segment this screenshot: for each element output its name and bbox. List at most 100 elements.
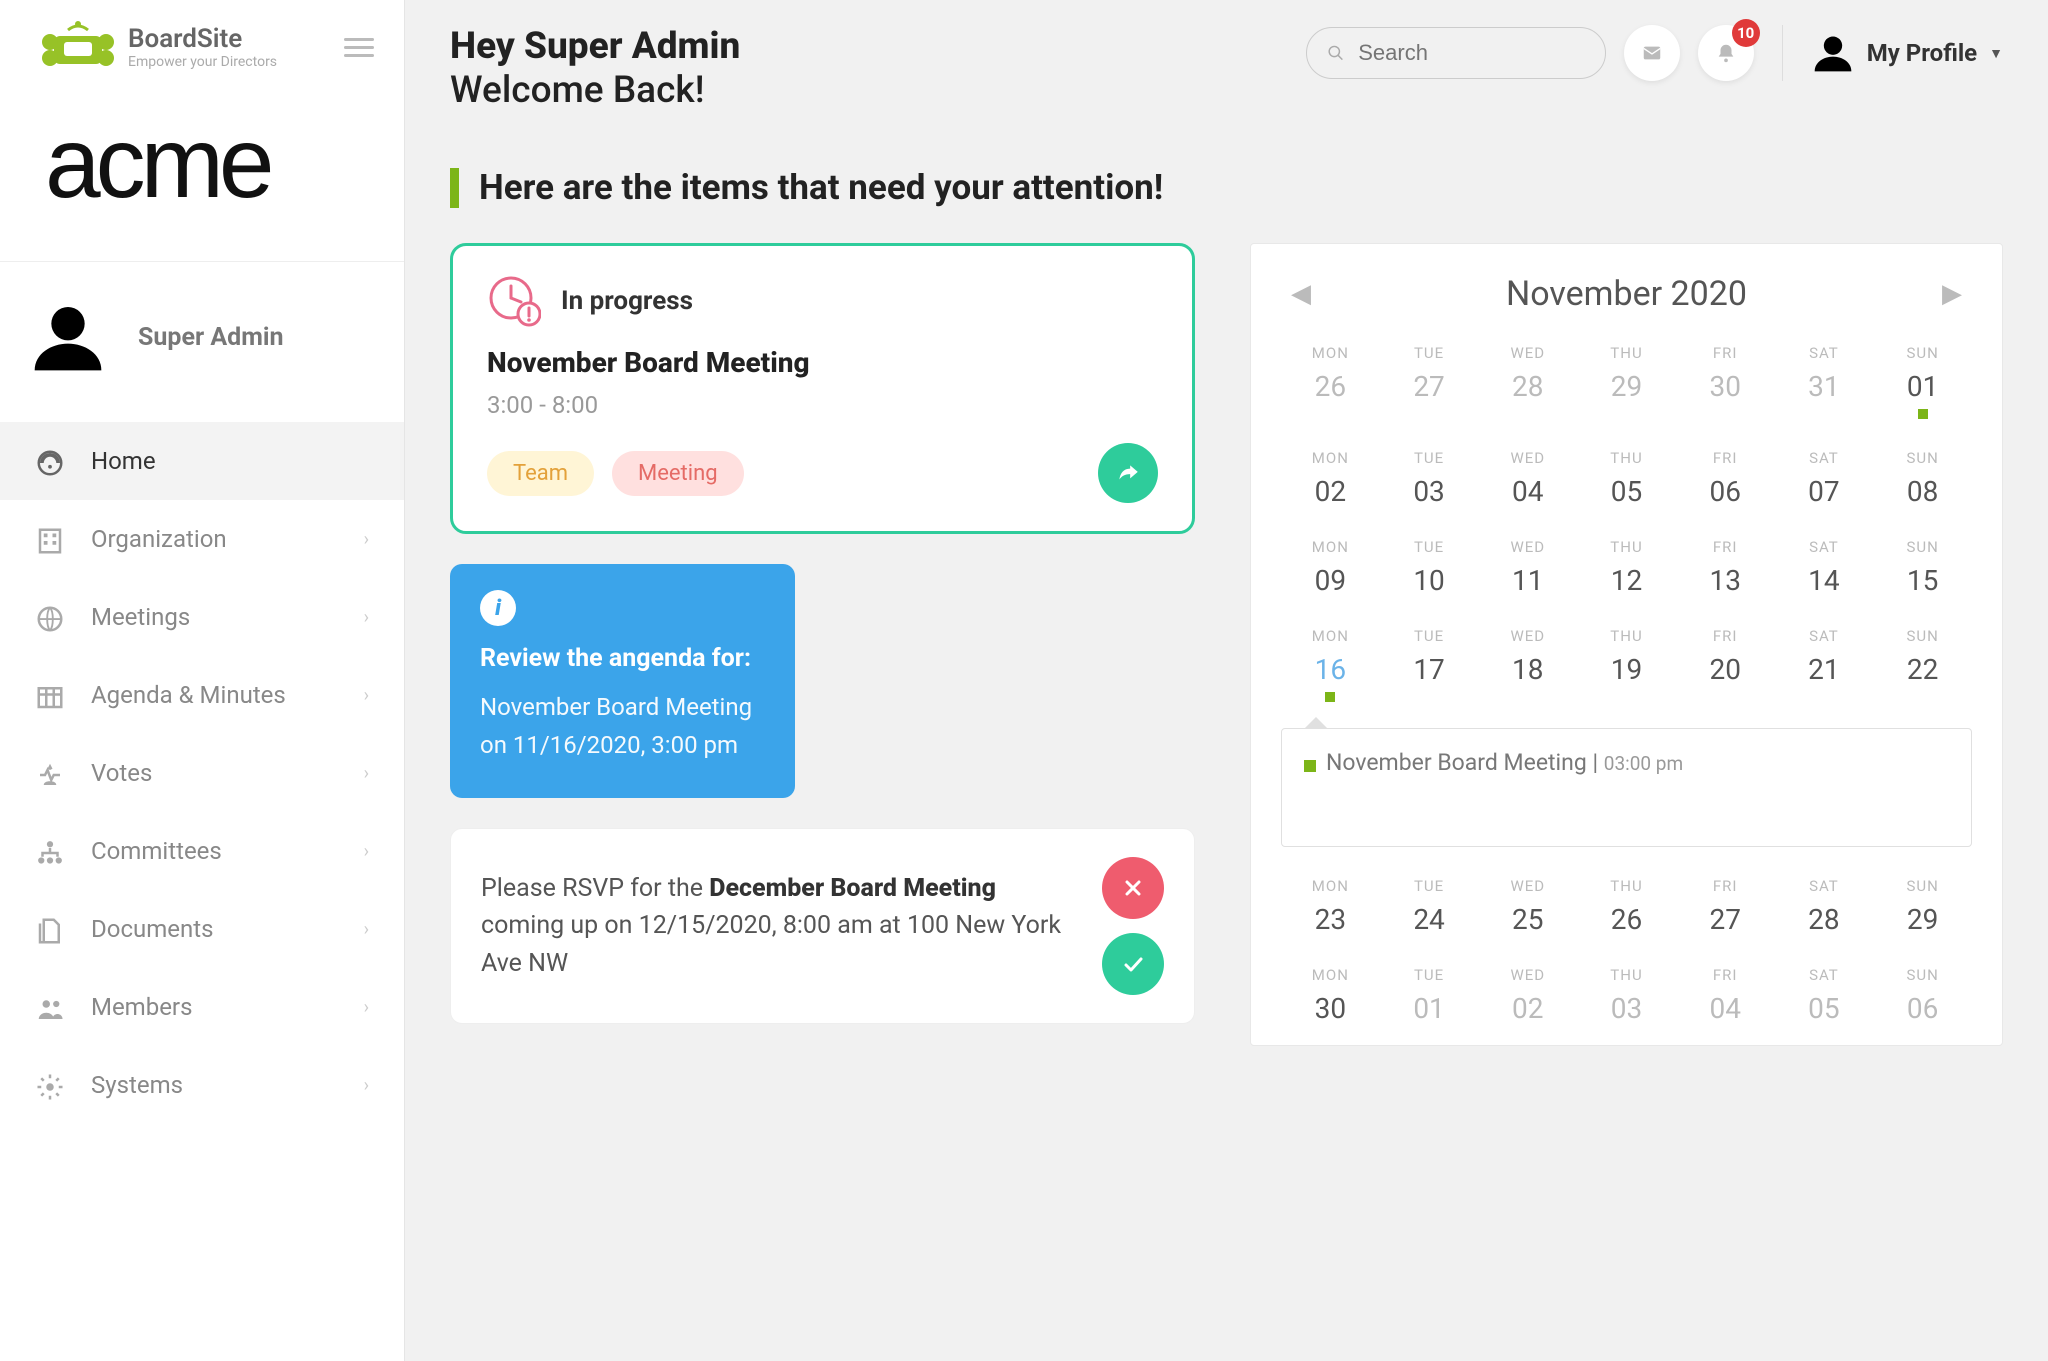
calendar-day[interactable]: SUN 01 (1873, 344, 1972, 419)
chevron-right-icon: › (364, 919, 369, 940)
calendar-day[interactable]: WED25 (1478, 877, 1577, 936)
calendar-day[interactable]: TUE01 (1380, 966, 1479, 1025)
calendar-day[interactable]: TUE17 (1380, 627, 1479, 702)
calendar-day[interactable]: WED18 (1478, 627, 1577, 702)
day-of-week: SAT (1775, 344, 1874, 362)
messages-button[interactable] (1624, 25, 1680, 81)
calendar-day[interactable]: FRI04 (1676, 966, 1775, 1025)
calendar-event-popover[interactable]: November Board Meeting | 03:00 pm (1281, 728, 1972, 847)
search[interactable] (1306, 27, 1606, 79)
day-of-week: TUE (1380, 877, 1479, 895)
tag-team[interactable]: Team (487, 451, 594, 496)
calendar-day[interactable]: SAT31 (1775, 344, 1874, 419)
nav-item-home[interactable]: Home (0, 422, 404, 500)
share-button[interactable] (1098, 443, 1158, 503)
calendar-day[interactable]: SUN08 (1873, 449, 1972, 508)
calendar-day[interactable]: MON09 (1281, 538, 1380, 597)
calendar-day[interactable]: TUE24 (1380, 877, 1479, 936)
calendar-day[interactable]: FRI30 (1676, 344, 1775, 419)
calendar-day[interactable]: MON16 (1281, 627, 1380, 702)
calendar-day[interactable]: WED28 (1478, 344, 1577, 419)
calendar-day[interactable]: SAT 28 (1775, 877, 1874, 936)
calendar-day[interactable]: THU26 (1577, 877, 1676, 936)
day-number: 19 (1577, 653, 1676, 686)
day-number: 06 (1873, 992, 1972, 1025)
calendar-day[interactable]: THU03 (1577, 966, 1676, 1025)
nav-item-meetings[interactable]: Meetings› (0, 578, 404, 656)
calendar-day[interactable]: TUE27 (1380, 344, 1479, 419)
attention-heading: Here are the items that need your attent… (450, 167, 2003, 208)
brand-logo-icon (40, 18, 116, 76)
chevron-right-icon: › (364, 997, 369, 1018)
hamburger-icon[interactable] (344, 33, 374, 62)
day-of-week: THU (1577, 344, 1676, 362)
calendar-day[interactable]: TUE03 (1380, 449, 1479, 508)
calendar-day[interactable]: WED11 (1478, 538, 1577, 597)
calendar-day[interactable]: WED04 (1478, 449, 1577, 508)
calendar-day[interactable]: THU05 (1577, 449, 1676, 508)
nav-item-organization[interactable]: Organization› (0, 500, 404, 578)
calendar-day[interactable]: MON26 (1281, 344, 1380, 419)
calendar-day[interactable]: THU29 (1577, 344, 1676, 419)
day-number: 03 (1577, 992, 1676, 1025)
calendar-day[interactable]: SAT05 (1775, 966, 1874, 1025)
agenda-title: Review the angenda for: (480, 644, 765, 673)
day-of-week: FRI (1676, 877, 1775, 895)
calendar-day[interactable]: FRI06 (1676, 449, 1775, 508)
clock-alert-icon (487, 274, 541, 328)
nav-item-votes[interactable]: Votes› (0, 734, 404, 812)
day-number: 28 (1775, 903, 1874, 936)
nav-item-agenda-minutes[interactable]: Agenda & Minutes› (0, 656, 404, 734)
calendar-day[interactable]: MON30 (1281, 966, 1380, 1025)
calendar-day[interactable]: THU19 (1577, 627, 1676, 702)
profile-dropdown[interactable]: My Profile ▼ (1811, 31, 2003, 75)
progress-time: 3:00 - 8:00 (487, 391, 1158, 419)
calendar-day[interactable]: FRI20 (1676, 627, 1775, 702)
day-of-week: TUE (1380, 627, 1479, 645)
calendar-day[interactable]: FRI27 (1676, 877, 1775, 936)
rsvp-accept-button[interactable] (1102, 933, 1164, 995)
calendar-day[interactable]: SUN06 (1873, 966, 1972, 1025)
nav-item-members[interactable]: Members› (0, 968, 404, 1046)
card-in-progress[interactable]: In progress November Board Meeting 3:00 … (450, 243, 1195, 534)
nav-icon (35, 994, 65, 1020)
calendar-prev-button[interactable]: ◀ (1281, 279, 1321, 309)
calendar-day[interactable]: FRI13 (1676, 538, 1775, 597)
day-of-week: SAT (1775, 877, 1874, 895)
calendar-day[interactable]: SAT14 (1775, 538, 1874, 597)
card-review-agenda[interactable]: i Review the angenda for: November Board… (450, 564, 795, 797)
sidebar-user-name: Super Admin (138, 323, 283, 352)
calendar-day[interactable]: SUN29 (1873, 877, 1972, 936)
calendar-day[interactable]: TUE10 (1380, 538, 1479, 597)
nav-label: Organization (91, 525, 227, 553)
chevron-right-icon: › (364, 763, 369, 784)
tag-meeting[interactable]: Meeting (612, 451, 744, 496)
calendar-day[interactable]: THU12 (1577, 538, 1676, 597)
calendar-next-button[interactable]: ▶ (1932, 279, 1972, 309)
day-of-week: FRI (1676, 538, 1775, 556)
calendar-day[interactable]: SAT07 (1775, 449, 1874, 508)
day-of-week: SAT (1775, 538, 1874, 556)
notifications-button[interactable]: 10 (1698, 25, 1754, 81)
calendar-day[interactable]: MON23 (1281, 877, 1380, 936)
nav-item-systems[interactable]: Systems› (0, 1046, 404, 1124)
calendar-day[interactable]: MON02 (1281, 449, 1380, 508)
calendar-day[interactable]: SUN15 (1873, 538, 1972, 597)
day-number: 30 (1281, 992, 1380, 1025)
nav-item-committees[interactable]: Committees› (0, 812, 404, 890)
day-number: 25 (1478, 903, 1577, 936)
day-number: 05 (1775, 992, 1874, 1025)
nav-item-documents[interactable]: Documents› (0, 890, 404, 968)
info-icon: i (480, 590, 516, 626)
calendar-day[interactable]: SUN22 (1873, 627, 1972, 702)
search-input[interactable] (1358, 40, 1584, 66)
day-of-week: TUE (1380, 966, 1479, 984)
calendar-day[interactable]: WED02 (1478, 966, 1577, 1025)
day-of-week: SUN (1873, 344, 1972, 362)
calendar-day[interactable]: SAT21 (1775, 627, 1874, 702)
day-of-week: SUN (1873, 627, 1972, 645)
brand-row: BoardSite Empower your Directors (0, 0, 404, 86)
day-of-week: TUE (1380, 344, 1479, 362)
rsvp-decline-button[interactable] (1102, 857, 1164, 919)
day-number: 01 (1873, 370, 1972, 403)
